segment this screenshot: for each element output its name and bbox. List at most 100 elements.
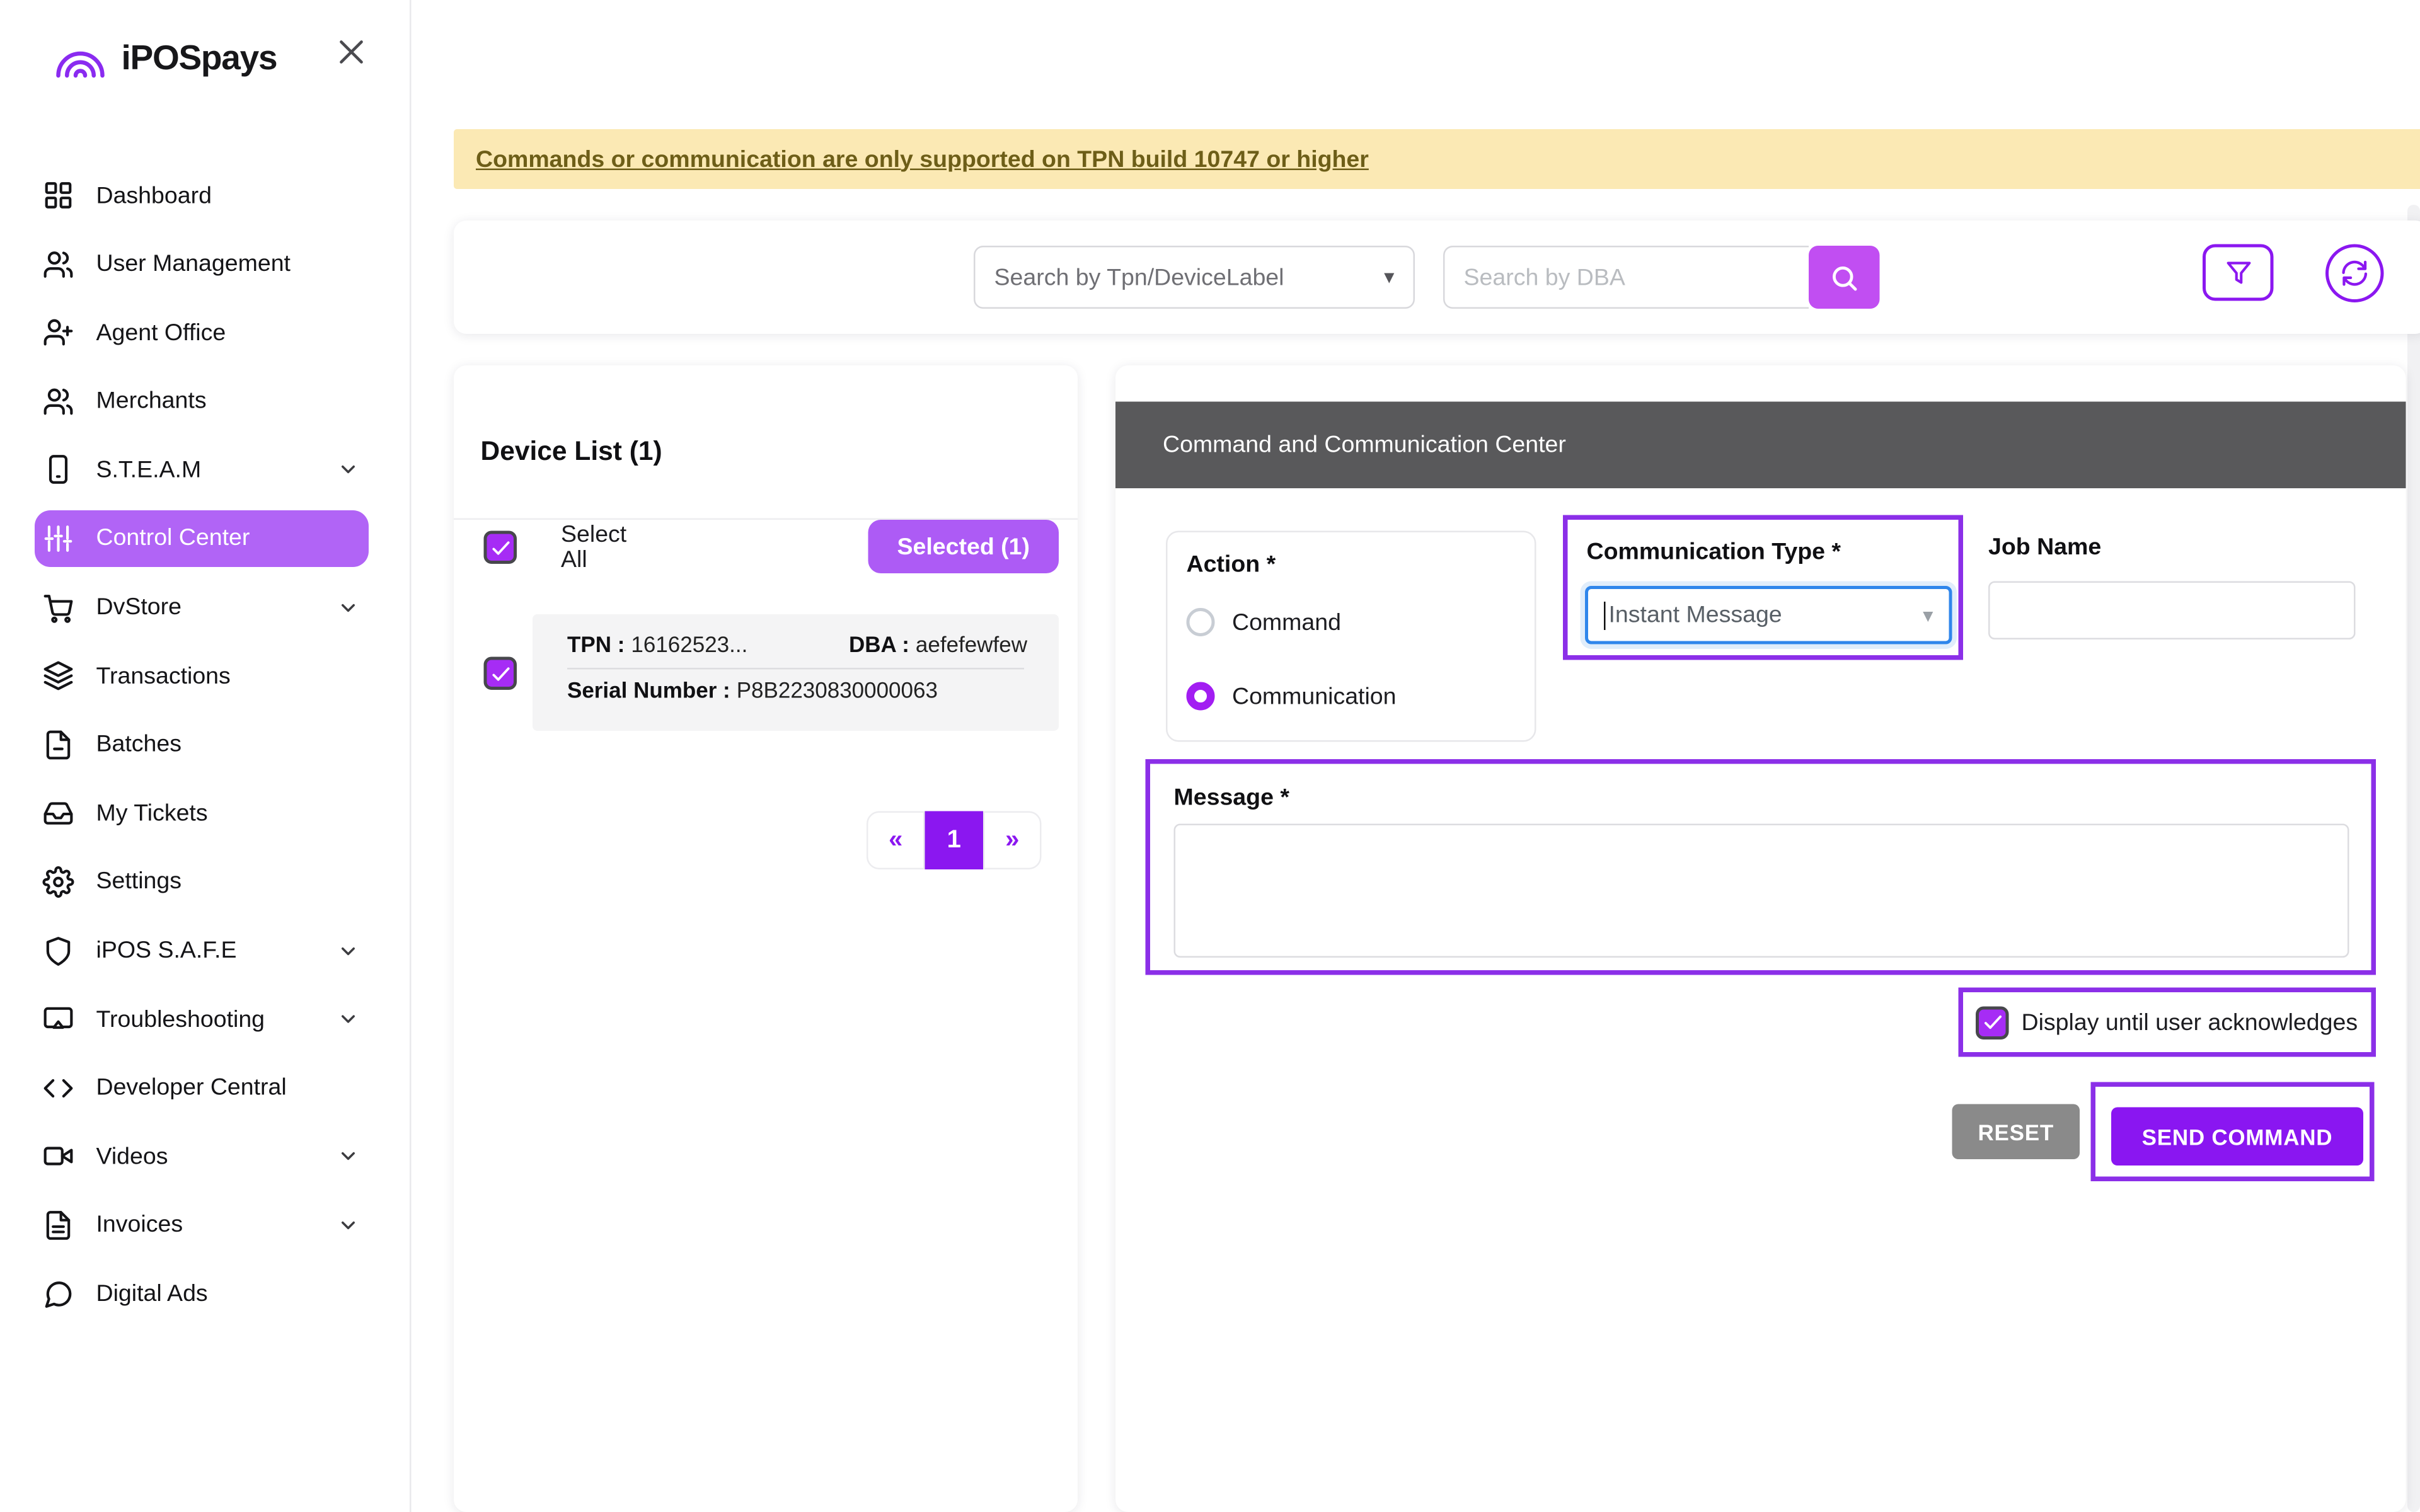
job-name-input[interactable] — [1988, 581, 2356, 640]
radio-option-command[interactable]: Command — [1187, 608, 1342, 636]
serial-number-label: Serial Number : — [567, 677, 730, 702]
pagination-next-button[interactable]: » — [983, 811, 1042, 870]
acknowledge-checkbox[interactable] — [1976, 1005, 2009, 1039]
radio-label: Command — [1232, 609, 1341, 636]
send-command-highlight: SEND COMMAND — [2091, 1082, 2375, 1182]
sidebar-item-digital-ads[interactable]: Digital Ads — [35, 1266, 369, 1322]
command-panel-title: Command and Communication Center — [1163, 432, 1566, 459]
pagination: « 1 » — [867, 811, 1042, 870]
action-group: Action * Command Communication — [1166, 531, 1536, 742]
text-cursor — [1604, 601, 1606, 629]
rainbow-logo-icon — [52, 35, 109, 82]
communication-type-label: Communication Type * — [1587, 539, 1841, 566]
job-name-label: Job Name — [1988, 534, 2101, 561]
vertical-scrollbar[interactable] — [2407, 205, 2420, 1512]
sidebar-item-transactions[interactable]: Transactions — [35, 648, 369, 704]
message-textarea[interactable] — [1174, 824, 2349, 958]
device-list-title: Device List (1) — [481, 437, 662, 468]
send-command-button[interactable]: SEND COMMAND — [2111, 1108, 2363, 1166]
users-icon — [43, 386, 74, 417]
sidebar-item-label: User Management — [96, 251, 291, 278]
inbox-icon — [43, 798, 74, 829]
sidebar-item-label: DvStore — [96, 594, 182, 621]
search-dba-input[interactable] — [1443, 246, 1809, 309]
sidebar-item-label: Troubleshooting — [96, 1006, 265, 1033]
refresh-button[interactable] — [2325, 244, 2384, 303]
search-button[interactable] — [1809, 246, 1880, 309]
sidebar-item-videos[interactable]: Videos — [35, 1128, 369, 1185]
chevron-down-icon — [337, 1008, 359, 1030]
main-content: Commands or communication are only suppo… — [412, 0, 2420, 1512]
filter-button[interactable] — [2203, 244, 2274, 301]
reset-button[interactable]: RESET — [1952, 1104, 2080, 1160]
video-camera-icon — [43, 1141, 74, 1172]
dba-label: DBA : — [849, 632, 909, 657]
radio-option-communication[interactable]: Communication — [1187, 682, 1397, 711]
smartphone-icon — [43, 454, 74, 486]
checkmark-icon — [489, 536, 511, 558]
sidebar-item-control-center[interactable]: Control Center — [35, 510, 369, 567]
invoice-document-icon — [43, 1210, 74, 1241]
sidebar-nav: Dashboard User Management Agent Office M… — [35, 167, 369, 1334]
serial-number-value: P8B2230830000063 — [737, 677, 938, 702]
chevron-down-icon — [337, 939, 359, 961]
command-panel: Command and Communication Center Action … — [1115, 365, 2406, 1512]
device-checkbox[interactable] — [484, 657, 517, 690]
chevron-down-icon: ▾ — [1923, 602, 1933, 627]
acknowledge-label: Display until user acknowledges — [2022, 1009, 2358, 1036]
screen-share-icon — [43, 1004, 74, 1035]
pagination-page-1[interactable]: 1 — [925, 811, 984, 870]
sidebar: iPOSpays Dashboard User Management — [0, 0, 412, 1512]
radio-checked-icon — [1187, 682, 1215, 711]
communication-type-select[interactable]: Instant Message ▾ — [1585, 586, 1952, 644]
sidebar-item-label: Invoices — [96, 1212, 183, 1239]
banner-link[interactable]: Commands or communication are only suppo… — [476, 146, 1369, 173]
message-group: Message * — [1146, 759, 2377, 975]
message-label: Message * — [1174, 784, 1289, 811]
sidebar-item-troubleshooting[interactable]: Troubleshooting — [35, 991, 369, 1048]
checkmark-icon — [489, 662, 511, 684]
sidebar-item-ipos-safe[interactable]: iPOS S.A.F.E — [35, 922, 369, 979]
sidebar-item-invoices[interactable]: Invoices — [35, 1197, 369, 1254]
sidebar-item-agent-office[interactable]: Agent Office — [35, 304, 369, 361]
sidebar-item-settings[interactable]: Settings — [35, 854, 369, 910]
sidebar-item-steam[interactable]: S.T.E.A.M — [35, 442, 369, 498]
sidebar-item-developer-central[interactable]: Developer Central — [35, 1060, 369, 1116]
action-label: Action * — [1187, 551, 1276, 578]
device-list-item[interactable]: TPN : 16162523... DBA : aefefewfew Seria… — [533, 614, 1059, 731]
select-all-checkbox[interactable] — [484, 531, 517, 564]
sidebar-item-label: Developer Central — [96, 1075, 287, 1102]
communication-type-value: Instant Message — [1609, 602, 1782, 629]
sidebar-item-label: Transactions — [96, 663, 231, 690]
sidebar-item-label: Agent Office — [96, 319, 226, 346]
divider — [567, 668, 1024, 670]
acknowledge-group: Display until user acknowledges — [1959, 988, 2377, 1057]
users-icon — [43, 248, 74, 280]
code-icon — [43, 1072, 74, 1104]
sidebar-item-my-tickets[interactable]: My Tickets — [35, 785, 369, 842]
radio-unchecked-icon — [1187, 608, 1215, 636]
sidebar-item-batches[interactable]: Batches — [35, 716, 369, 773]
sidebar-item-dashboard[interactable]: Dashboard — [35, 167, 369, 224]
sidebar-item-label: Videos — [96, 1143, 168, 1171]
sidebar-item-dvstore[interactable]: DvStore — [35, 579, 369, 636]
search-type-selected: Search by Tpn/DeviceLabel — [994, 264, 1284, 291]
search-type-dropdown[interactable]: Search by Tpn/DeviceLabel ▾ — [974, 246, 1415, 309]
sidebar-item-merchants[interactable]: Merchants — [35, 373, 369, 430]
pagination-prev-button[interactable]: « — [867, 811, 925, 870]
sidebar-item-label: iPOS S.A.F.E — [96, 937, 237, 965]
close-icon[interactable] — [334, 35, 369, 69]
dba-value: aefefewfew — [916, 632, 1027, 657]
layers-icon — [43, 660, 74, 692]
chevron-down-icon — [337, 596, 359, 618]
shield-icon — [43, 935, 74, 966]
chevron-down-icon — [337, 1214, 359, 1236]
tpn-build-banner: Commands or communication are only suppo… — [454, 129, 2420, 189]
sidebar-item-user-management[interactable]: User Management — [35, 236, 369, 292]
sidebar-item-label: S.T.E.A.M — [96, 457, 202, 484]
dashboard-grid-icon — [43, 180, 74, 211]
radio-label: Communication — [1232, 683, 1397, 710]
chevron-down-icon — [337, 1145, 359, 1167]
selected-count-button[interactable]: Selected (1) — [868, 520, 1059, 573]
search-toolbar: Search by Tpn/DeviceLabel ▾ — [454, 220, 2420, 334]
